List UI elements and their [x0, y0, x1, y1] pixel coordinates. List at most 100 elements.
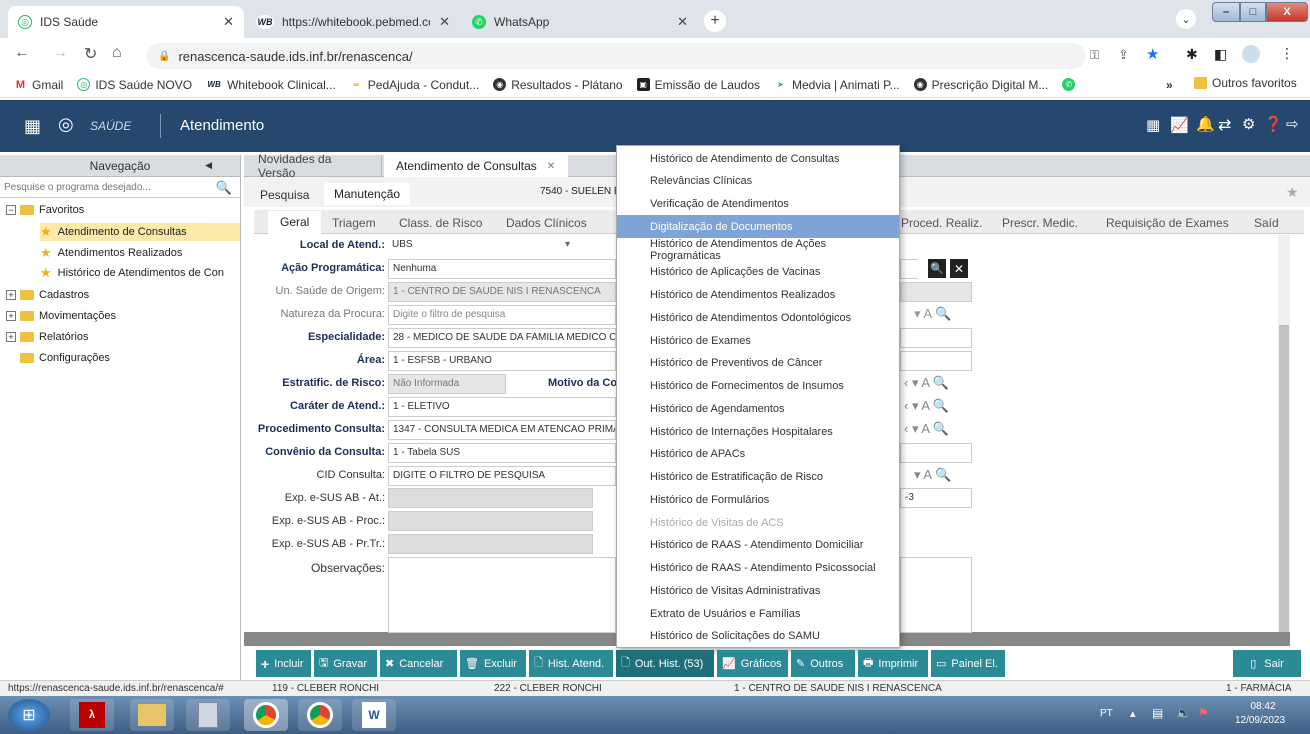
volume-icon[interactable]: 🔈	[1176, 706, 1191, 720]
bookmark-gmail[interactable]: M Gmail	[14, 78, 63, 92]
taskbar-chrome-2[interactable]	[298, 699, 342, 731]
dropdown-item[interactable]: Digitalização de Documentos	[617, 215, 899, 239]
subtab-pesquisa[interactable]: Pesquisa	[260, 188, 309, 202]
dropdown-item[interactable]: Histórico de RAAS - Atendimento Psicosso…	[617, 557, 899, 580]
start-button[interactable]: ⊞	[8, 699, 50, 731]
taskbar-word[interactable]: W	[352, 699, 396, 731]
form-tab-saida[interactable]: Saíd	[1254, 216, 1279, 230]
clock-time[interactable]: 08:42	[1238, 701, 1288, 712]
tree-favorites[interactable]: − Favoritos	[6, 204, 84, 216]
area-right-input[interactable]	[900, 351, 972, 371]
gravar-button[interactable]: 🖫 Gravar	[314, 650, 377, 677]
tree-relatorios[interactable]: + Relatórios	[6, 331, 89, 343]
dropdown-item[interactable]: Extrato de Usuários e Famílias	[617, 602, 899, 625]
conv-input[interactable]: 1 - Tabela SUS	[388, 443, 616, 463]
taskbar-calculator[interactable]	[186, 699, 230, 731]
forward-icon[interactable]: →	[52, 44, 68, 62]
espec-right-input[interactable]	[900, 328, 972, 348]
other-bookmarks[interactable]: Outros favoritos	[1194, 76, 1297, 90]
tab-search-icon[interactable]: ⌄	[1176, 9, 1196, 29]
apps-grid-icon[interactable]: ▦	[24, 116, 41, 137]
browser-tab-whatsapp[interactable]: ✆ WhatsApp ✕	[462, 6, 698, 38]
acao-input[interactable]: Nenhuma	[388, 259, 616, 279]
search-input[interactable]: Pesquise o programa desejado...	[4, 182, 151, 193]
bookmark-laudos[interactable]: ▣ Emissão de Laudos	[636, 78, 760, 92]
logout-icon[interactable]: ⇨	[1286, 115, 1299, 133]
plus-icon[interactable]: +	[6, 332, 16, 342]
flag-icon[interactable]: ⚑	[1198, 706, 1209, 720]
natureza-input[interactable]: Digite o filtro de pesquisa	[388, 305, 616, 325]
bookmark-medvia[interactable]: ➤ Medvia | Animati P...	[774, 78, 900, 92]
form-tab-geral[interactable]: Geral	[268, 211, 322, 235]
form-tab-class-risco[interactable]: Class. de Risco	[399, 216, 482, 230]
area-input[interactable]: 1 - ESFSB - URBANO	[388, 351, 616, 371]
dropdown-item[interactable]: Histórico de Preventivos de Câncer	[617, 352, 899, 375]
tray-arrow-icon[interactable]: ▴	[1130, 707, 1136, 720]
close-window-button[interactable]: X	[1266, 2, 1308, 22]
tree-cadastros[interactable]: + Cadastros	[6, 289, 89, 301]
minus-icon[interactable]: −	[6, 205, 16, 215]
motivo-filter-controls[interactable]: ‹ ▾ A 🔍	[904, 375, 949, 391]
dropdown-item[interactable]: Histórico de Atendimento de Consultas	[617, 147, 899, 170]
obs-right-textarea[interactable]	[900, 557, 972, 633]
scrollbar-thumb[interactable]	[1279, 325, 1289, 645]
scrollbar-track[interactable]	[1278, 235, 1290, 645]
conv-right-input[interactable]	[900, 443, 972, 463]
bookmark-pedajuda[interactable]: ∞ PedAjuda - Condut...	[349, 78, 479, 92]
filter-controls[interactable]: ▾ A 🔍	[914, 306, 951, 322]
home-icon[interactable]: ⌂	[112, 44, 122, 62]
tab-novidades[interactable]: Novidades da Versão	[246, 152, 382, 180]
espec-input[interactable]: 28 - MEDICO DE SAUDE DA FAMILIA MEDICO C…	[388, 328, 616, 348]
new-tab-button[interactable]: +	[704, 10, 726, 32]
minimize-button[interactable]: –	[1212, 2, 1240, 22]
bookmark-prescricao[interactable]: ◉ Prescrição Digital M...	[913, 78, 1048, 92]
excluir-button[interactable]: 🗑 Excluir	[460, 650, 526, 677]
carater-filter-controls[interactable]: ‹ ▾ A 🔍	[904, 398, 949, 414]
cid-filter-controls[interactable]: ▾ A 🔍	[914, 467, 951, 483]
close-tab-icon[interactable]: ✕	[677, 14, 688, 30]
close-tab-icon[interactable]: ✕	[439, 14, 450, 30]
swap-icon[interactable]: ⇄	[1218, 115, 1231, 135]
dropdown-item[interactable]: Histórico de APACs	[617, 443, 899, 466]
proc-filter-controls[interactable]: ‹ ▾ A 🔍	[904, 421, 949, 437]
subtab-manutencao[interactable]: Manutenção	[324, 183, 411, 205]
side-input[interactable]: -3	[900, 488, 972, 508]
dropdown-item[interactable]: Histórico de Agendamentos	[617, 397, 899, 420]
close-tab-icon[interactable]: ✕	[223, 14, 234, 30]
form-tab-requisicao-exames[interactable]: Requisição de Exames	[1106, 216, 1229, 230]
cid-input[interactable]: DIGITE O FILTRO DE PESQUISA	[388, 466, 616, 486]
extensions-icon[interactable]: ✱	[1186, 46, 1198, 63]
program-search[interactable]: Pesquise o programa desejado... 🔍	[0, 178, 240, 198]
bookmark-whitebook[interactable]: WB Whitebook Clinical...	[206, 78, 336, 92]
dropdown-item[interactable]: Histórico de Solicitações do SAMU	[617, 625, 899, 648]
incluir-button[interactable]: + Incluir	[256, 650, 311, 677]
bookmark-resultados[interactable]: ◉ Resultados - Plátano	[493, 78, 623, 92]
language-indicator[interactable]: PT	[1100, 708, 1113, 719]
tree-configuracoes[interactable]: Configurações	[20, 352, 110, 364]
tree-item-atendimento-consultas[interactable]: ★ Atendimento de Consultas	[40, 223, 240, 241]
network-icon[interactable]: ▤	[1152, 706, 1163, 720]
taskbar-acrobat[interactable]: λ	[70, 699, 114, 731]
back-icon[interactable]: ←	[14, 44, 30, 62]
browser-tab-whitebook[interactable]: WB https://whitebook.pebmed.com.b ✕	[246, 6, 460, 38]
form-tab-triagem[interactable]: Triagem	[332, 216, 376, 230]
bookmark-ids[interactable]: ◎ IDS Saúde NOVO	[77, 78, 192, 92]
dropdown-item[interactable]: Histórico de Formulários	[617, 488, 899, 511]
dropdown-item[interactable]: Histórico de Visitas Administrativas	[617, 579, 899, 602]
plus-icon[interactable]: +	[6, 311, 16, 321]
chart-icon[interactable]: 📈	[1170, 116, 1189, 134]
tree-movimentacoes[interactable]: + Movimentações	[6, 310, 116, 322]
gear-icon[interactable]: ⚙	[1242, 115, 1255, 133]
taskbar-chrome-1[interactable]	[244, 699, 288, 731]
form-tab-proced-realiz[interactable]: Proced. Realiz.	[901, 216, 982, 230]
dropdown-item[interactable]: Histórico de Internações Hospitalares	[617, 420, 899, 443]
out-hist-button[interactable]: 🗋 Out. Hist. (53)	[616, 650, 714, 677]
clear-icon[interactable]: ✕	[950, 259, 968, 278]
cancelar-button[interactable]: ✖ Cancelar	[380, 650, 457, 677]
favorite-star-icon[interactable]: ★	[1286, 184, 1299, 201]
reload-icon[interactable]: ↻	[84, 44, 97, 64]
key-icon[interactable]: ⚿	[1090, 48, 1099, 63]
dropdown-item[interactable]: Histórico de Aplicações de Vacinas	[617, 261, 899, 284]
outros-button[interactable]: ✎ Outros	[791, 650, 855, 677]
side-panel-icon[interactable]: ◧	[1214, 46, 1227, 63]
